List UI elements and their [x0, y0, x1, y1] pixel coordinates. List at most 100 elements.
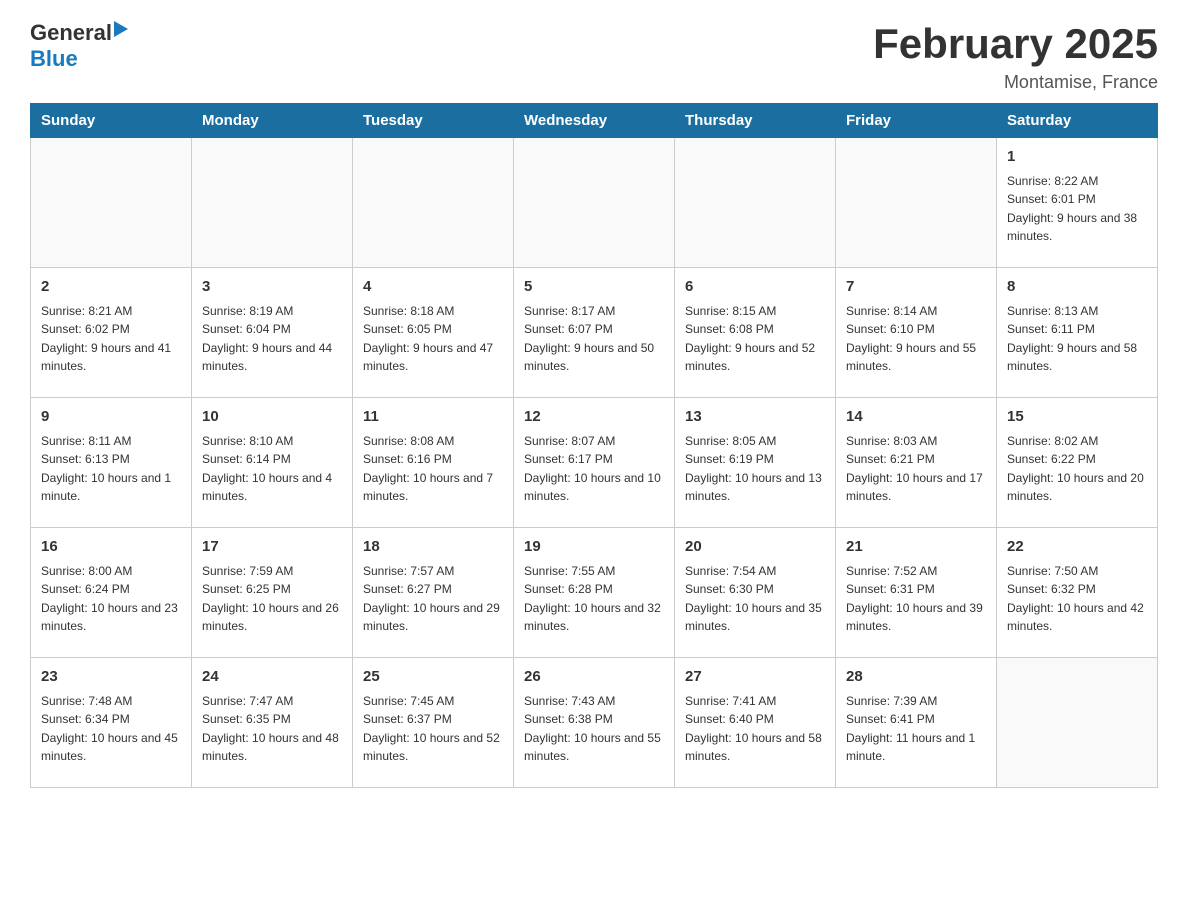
calendar-week-row: 1Sunrise: 8:22 AM Sunset: 6:01 PM Daylig… — [31, 138, 1158, 268]
day-number: 12 — [524, 406, 664, 429]
calendar-table: SundayMondayTuesdayWednesdayThursdayFrid… — [30, 103, 1158, 788]
logo: General Blue — [30, 20, 134, 72]
calendar-day-cell — [514, 138, 675, 268]
day-number: 20 — [685, 536, 825, 559]
day-number: 22 — [1007, 536, 1147, 559]
day-info: Sunrise: 8:18 AM Sunset: 6:05 PM Dayligh… — [363, 302, 503, 376]
calendar-title: February 2025 — [873, 20, 1158, 68]
calendar-day-cell: 15Sunrise: 8:02 AM Sunset: 6:22 PM Dayli… — [997, 398, 1158, 528]
day-number: 9 — [41, 406, 181, 429]
calendar-day-cell: 20 Sunrise: 7:54 AM Sunset: 6:30 PM Dayli… — [675, 528, 836, 658]
day-number: 17 — [202, 536, 342, 559]
day-number: 18 — [363, 536, 503, 559]
calendar-day-cell: 8 Sunrise: 8:13 AM Sunset: 6:11 PM Daylig… — [997, 268, 1158, 398]
day-info: Sunrise: 8:22 AM Sunset: 6:01 PM Dayligh… — [1007, 172, 1147, 246]
day-number: 15 — [1007, 406, 1147, 429]
weekday-header: Thursday — [675, 104, 836, 138]
day-info: Sunrise: 8:13 AM Sunset: 6:11 PM Dayligh… — [1007, 302, 1147, 376]
day-info: Sunrise: 8:00 AM Sunset: 6:24 PM Dayligh… — [41, 562, 181, 636]
calendar-day-cell — [836, 138, 997, 268]
day-info: Sunrise: 8:14 AM Sunset: 6:10 PM Dayligh… — [846, 302, 986, 376]
weekday-header: Saturday — [997, 104, 1158, 138]
day-info: Sunrise: 7:39 AM Sunset: 6:41 PM Dayligh… — [846, 692, 986, 766]
day-info: Sunrise: 7:41 AM Sunset: 6:40 PM Dayligh… — [685, 692, 825, 766]
calendar-day-cell — [675, 138, 836, 268]
calendar-day-cell — [353, 138, 514, 268]
calendar-day-cell: 1Sunrise: 8:22 AM Sunset: 6:01 PM Daylig… — [997, 138, 1158, 268]
day-info: Sunrise: 8:07 AM Sunset: 6:17 PM Dayligh… — [524, 432, 664, 506]
day-number: 24 — [202, 666, 342, 689]
calendar-day-cell: 12 Sunrise: 8:07 AM Sunset: 6:17 PM Dayli… — [514, 398, 675, 528]
calendar-day-cell: 6 Sunrise: 8:15 AM Sunset: 6:08 PM Daylig… — [675, 268, 836, 398]
day-info: Sunrise: 7:59 AM Sunset: 6:25 PM Dayligh… — [202, 562, 342, 636]
weekday-header: Monday — [192, 104, 353, 138]
calendar-day-cell: 24 Sunrise: 7:47 AM Sunset: 6:35 PM Dayli… — [192, 658, 353, 788]
day-info: Sunrise: 7:57 AM Sunset: 6:27 PM Dayligh… — [363, 562, 503, 636]
day-number: 23 — [41, 666, 181, 689]
day-number: 13 — [685, 406, 825, 429]
day-info: Sunrise: 8:19 AM Sunset: 6:04 PM Dayligh… — [202, 302, 342, 376]
day-number: 26 — [524, 666, 664, 689]
day-info: Sunrise: 7:48 AM Sunset: 6:34 PM Dayligh… — [41, 692, 181, 766]
day-number: 2 — [41, 276, 181, 299]
day-number: 4 — [363, 276, 503, 299]
day-info: Sunrise: 7:54 AM Sunset: 6:30 PM Dayligh… — [685, 562, 825, 636]
day-number: 16 — [41, 536, 181, 559]
day-info: Sunrise: 8:15 AM Sunset: 6:08 PM Dayligh… — [685, 302, 825, 376]
day-info: Sunrise: 8:03 AM Sunset: 6:21 PM Dayligh… — [846, 432, 986, 506]
calendar-day-cell: 10 Sunrise: 8:10 AM Sunset: 6:14 PM Dayli… — [192, 398, 353, 528]
calendar-week-row: 16 Sunrise: 8:00 AM Sunset: 6:24 PM Dayli… — [31, 528, 1158, 658]
calendar-day-cell: 2 Sunrise: 8:21 AM Sunset: 6:02 PM Daylig… — [31, 268, 192, 398]
day-info: Sunrise: 8:05 AM Sunset: 6:19 PM Dayligh… — [685, 432, 825, 506]
calendar-day-cell: 13 Sunrise: 8:05 AM Sunset: 6:19 PM Dayli… — [675, 398, 836, 528]
day-info: Sunrise: 8:21 AM Sunset: 6:02 PM Dayligh… — [41, 302, 181, 376]
day-number: 8 — [1007, 276, 1147, 299]
calendar-day-cell — [31, 138, 192, 268]
logo-arrow-icon — [114, 19, 134, 39]
day-number: 3 — [202, 276, 342, 299]
day-number: 10 — [202, 406, 342, 429]
weekday-header: Wednesday — [514, 104, 675, 138]
calendar-day-cell: 7Sunrise: 8:14 AM Sunset: 6:10 PM Daylig… — [836, 268, 997, 398]
day-info: Sunrise: 7:52 AM Sunset: 6:31 PM Dayligh… — [846, 562, 986, 636]
weekday-header: Friday — [836, 104, 997, 138]
day-number: 28 — [846, 666, 986, 689]
calendar-day-cell: 3 Sunrise: 8:19 AM Sunset: 6:04 PM Daylig… — [192, 268, 353, 398]
weekday-header: Sunday — [31, 104, 192, 138]
title-section: February 2025 Montamise, France — [873, 20, 1158, 93]
calendar-header-row: SundayMondayTuesdayWednesdayThursdayFrid… — [31, 104, 1158, 138]
day-number: 21 — [846, 536, 986, 559]
day-info: Sunrise: 7:50 AM Sunset: 6:32 PM Dayligh… — [1007, 562, 1147, 636]
day-info: Sunrise: 7:55 AM Sunset: 6:28 PM Dayligh… — [524, 562, 664, 636]
weekday-header: Tuesday — [353, 104, 514, 138]
day-info: Sunrise: 7:45 AM Sunset: 6:37 PM Dayligh… — [363, 692, 503, 766]
calendar-day-cell: 9 Sunrise: 8:11 AM Sunset: 6:13 PM Daylig… — [31, 398, 192, 528]
day-number: 27 — [685, 666, 825, 689]
calendar-day-cell: 28 Sunrise: 7:39 AM Sunset: 6:41 PM Dayli… — [836, 658, 997, 788]
day-number: 6 — [685, 276, 825, 299]
calendar-day-cell: 18 Sunrise: 7:57 AM Sunset: 6:27 PM Dayli… — [353, 528, 514, 658]
day-number: 19 — [524, 536, 664, 559]
calendar-day-cell: 25Sunrise: 7:45 AM Sunset: 6:37 PM Dayli… — [353, 658, 514, 788]
day-info: Sunrise: 8:10 AM Sunset: 6:14 PM Dayligh… — [202, 432, 342, 506]
calendar-day-cell: 23 Sunrise: 7:48 AM Sunset: 6:34 PM Dayli… — [31, 658, 192, 788]
calendar-day-cell: 27 Sunrise: 7:41 AM Sunset: 6:40 PM Dayli… — [675, 658, 836, 788]
day-number: 11 — [363, 406, 503, 429]
calendar-week-row: 2 Sunrise: 8:21 AM Sunset: 6:02 PM Daylig… — [31, 268, 1158, 398]
calendar-day-cell: 21 Sunrise: 7:52 AM Sunset: 6:31 PM Dayli… — [836, 528, 997, 658]
calendar-day-cell: 26 Sunrise: 7:43 AM Sunset: 6:38 PM Dayli… — [514, 658, 675, 788]
calendar-day-cell: 11Sunrise: 8:08 AM Sunset: 6:16 PM Dayli… — [353, 398, 514, 528]
calendar-day-cell: 16 Sunrise: 8:00 AM Sunset: 6:24 PM Dayli… — [31, 528, 192, 658]
logo-general-text: General — [30, 20, 112, 46]
calendar-day-cell: 5Sunrise: 8:17 AM Sunset: 6:07 PM Daylig… — [514, 268, 675, 398]
calendar-day-cell: 19 Sunrise: 7:55 AM Sunset: 6:28 PM Dayli… — [514, 528, 675, 658]
day-info: Sunrise: 7:47 AM Sunset: 6:35 PM Dayligh… — [202, 692, 342, 766]
calendar-week-row: 23 Sunrise: 7:48 AM Sunset: 6:34 PM Dayli… — [31, 658, 1158, 788]
calendar-subtitle: Montamise, France — [873, 72, 1158, 93]
calendar-day-cell: 4 Sunrise: 8:18 AM Sunset: 6:05 PM Daylig… — [353, 268, 514, 398]
calendar-day-cell — [997, 658, 1158, 788]
day-info: Sunrise: 7:43 AM Sunset: 6:38 PM Dayligh… — [524, 692, 664, 766]
logo-blue-text: Blue — [30, 46, 134, 72]
day-info: Sunrise: 8:11 AM Sunset: 6:13 PM Dayligh… — [41, 432, 181, 506]
calendar-week-row: 9 Sunrise: 8:11 AM Sunset: 6:13 PM Daylig… — [31, 398, 1158, 528]
